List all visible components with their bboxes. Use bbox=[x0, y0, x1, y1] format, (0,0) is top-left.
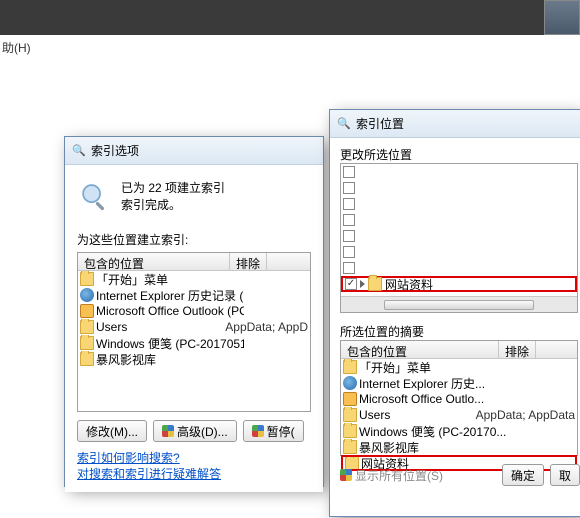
pause-button[interactable]: 暂停( bbox=[243, 420, 304, 442]
dialog1-title: 索引选项 bbox=[91, 142, 139, 159]
col-exclude: 排除 bbox=[499, 341, 536, 358]
list-item[interactable]: 暴风影视库 bbox=[341, 439, 577, 455]
tree-item-highlighted[interactable]: 网站资料 bbox=[341, 276, 577, 292]
dialog1-titlebar[interactable]: 🔍 索引选项 bbox=[65, 137, 323, 165]
list-item[interactable]: 「开始」菜单 bbox=[341, 359, 577, 375]
folder-icon bbox=[345, 456, 359, 470]
list-item[interactable]: Windows 便笺 (PC-20170519GVML\A... bbox=[78, 335, 310, 351]
list-cell: 「开始」菜单 bbox=[359, 359, 513, 375]
magnifier-large-icon bbox=[77, 179, 113, 215]
checkbox[interactable] bbox=[343, 246, 355, 258]
folder-icon bbox=[368, 277, 382, 291]
shield-icon bbox=[162, 425, 174, 437]
checkbox[interactable] bbox=[343, 198, 355, 210]
dialog2-title: 索引位置 bbox=[356, 115, 404, 132]
outlook-icon bbox=[80, 304, 94, 318]
show-all-checkbox[interactable]: 显示所有位置(S) bbox=[340, 467, 443, 484]
magnifier-icon: 🔍 bbox=[71, 143, 87, 159]
ie-icon bbox=[343, 376, 357, 390]
section-change: 更改所选位置 bbox=[340, 146, 580, 163]
shield-icon bbox=[340, 469, 352, 481]
index-options-dialog: 🔍 索引选项 已为 22 项建立索引 索引完成。 为这些位置建立索引: 包含的位… bbox=[64, 136, 324, 487]
shield-icon bbox=[252, 425, 264, 437]
list-cell: Microsoft Office Outlook (PC-20... bbox=[96, 304, 244, 318]
section-summary: 所选位置的摘要 bbox=[340, 323, 580, 340]
section-label: 为这些位置建立索引: bbox=[77, 231, 311, 248]
list-item[interactable]: Internet Explorer 历史记录 (PC-... bbox=[78, 287, 310, 303]
taskbar-edge bbox=[544, 0, 580, 35]
checkbox[interactable] bbox=[343, 182, 355, 194]
folder-icon bbox=[80, 336, 94, 350]
locations-listbox[interactable]: 包含的位置 排除 「开始」菜单Internet Explorer 历史记录 (P… bbox=[77, 252, 311, 412]
list-item[interactable]: Windows 便笺 (PC-20170... bbox=[341, 423, 577, 439]
col-included: 包含的位置 bbox=[341, 341, 499, 358]
magnifier-icon: 🔍 bbox=[336, 116, 352, 132]
index-locations-dialog: 🔍 索引位置 更改所选位置 网站资料 所选位置的摘 bbox=[329, 109, 580, 517]
list-item[interactable]: UsersAppData; AppD bbox=[78, 319, 310, 335]
outlook-icon bbox=[343, 392, 357, 406]
list-item[interactable]: UsersAppData; AppData bbox=[341, 407, 577, 423]
menu-help[interactable]: 助(H) bbox=[0, 35, 580, 60]
dialog2-titlebar[interactable]: 🔍 索引位置 bbox=[330, 110, 580, 138]
link-troubleshoot[interactable]: 对搜索和索引进行疑难解答 bbox=[77, 466, 311, 482]
checkbox[interactable] bbox=[343, 166, 355, 178]
modify-button[interactable]: 修改(M)... bbox=[77, 420, 147, 442]
list-cell: Internet Explorer 历史... bbox=[359, 375, 513, 391]
list-cell: 「开始」菜单 bbox=[96, 271, 244, 287]
col-exclude: 排除 bbox=[230, 253, 267, 270]
cancel-button[interactable]: 取 bbox=[550, 464, 580, 486]
list-item[interactable]: Microsoft Office Outlook (PC-20... bbox=[78, 303, 310, 319]
list-cell: Windows 便笺 (PC-20170519GVML\A... bbox=[96, 335, 244, 351]
link-how-index[interactable]: 索引如何影响搜索? bbox=[77, 450, 311, 466]
folder-icon bbox=[343, 408, 357, 422]
location-tree[interactable]: 网站资料 bbox=[340, 163, 578, 313]
list-cell: Internet Explorer 历史记录 (PC-... bbox=[96, 287, 244, 303]
status-done: 索引完成。 bbox=[121, 196, 225, 213]
ok-button[interactable]: 确定 bbox=[502, 464, 544, 486]
folder-icon bbox=[343, 424, 357, 438]
folder-icon bbox=[80, 320, 94, 334]
list-cell: Users bbox=[96, 320, 223, 334]
scrollbar-thumb[interactable] bbox=[384, 300, 534, 310]
list-cell: AppData; AppData bbox=[476, 408, 575, 422]
list-cell: Users bbox=[359, 408, 474, 422]
list-cell: 暴风影视库 bbox=[96, 351, 244, 367]
checkbox-checked[interactable] bbox=[345, 278, 357, 290]
checkbox[interactable] bbox=[343, 214, 355, 226]
status-count: 已为 22 项建立索引 bbox=[121, 179, 225, 196]
list-item[interactable]: 「开始」菜单 bbox=[78, 271, 310, 287]
horizontal-scrollbar[interactable] bbox=[341, 296, 577, 312]
list-cell: Microsoft Office Outlo... bbox=[359, 392, 513, 406]
summary-listbox[interactable]: 包含的位置 排除 「开始」菜单Internet Explorer 历史...Mi… bbox=[340, 340, 578, 456]
expand-icon[interactable] bbox=[360, 280, 365, 288]
advanced-button[interactable]: 高级(D)... bbox=[153, 420, 237, 442]
folder-icon bbox=[80, 272, 94, 286]
tree-item-label: 网站资料 bbox=[385, 276, 433, 293]
checkbox[interactable] bbox=[343, 262, 355, 274]
folder-icon bbox=[343, 360, 357, 374]
list-item[interactable]: Microsoft Office Outlo... bbox=[341, 391, 577, 407]
list-cell: 暴风影视库 bbox=[359, 439, 513, 455]
list-cell: Windows 便笺 (PC-20170... bbox=[359, 423, 513, 439]
folder-icon bbox=[80, 352, 94, 366]
checkbox[interactable] bbox=[343, 230, 355, 242]
listbox-header: 包含的位置 排除 bbox=[341, 341, 577, 359]
list-cell: AppData; AppD bbox=[225, 320, 308, 334]
listbox-header: 包含的位置 排除 bbox=[78, 253, 310, 271]
list-item[interactable]: 暴风影视库 bbox=[78, 351, 310, 367]
folder-icon bbox=[343, 440, 357, 454]
col-included: 包含的位置 bbox=[78, 253, 230, 270]
list-item[interactable]: Internet Explorer 历史... bbox=[341, 375, 577, 391]
ie-icon bbox=[80, 288, 94, 302]
